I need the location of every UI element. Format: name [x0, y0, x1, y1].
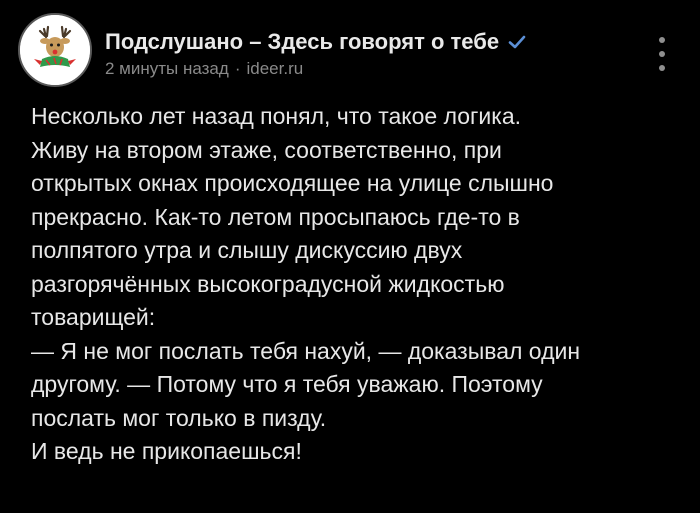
post-text-line: товарищей:: [31, 304, 156, 330]
group-name-link[interactable]: Подслушано – Здесь говорят о тебе: [105, 29, 499, 55]
verified-check-icon: [507, 32, 527, 52]
post-text-line: прекрасно. Как-то летом просыпаюсь где-т…: [31, 203, 520, 230]
post-text-line: другому. — Потому что я тебя уважаю. Поэ…: [31, 371, 543, 397]
post-header: Подслушано – Здесь говорят о тебе 2 мину…: [18, 13, 682, 87]
menu-dot: [659, 51, 665, 57]
meta-separator: ·: [234, 59, 241, 78]
group-name-row: Подслушано – Здесь говорят о тебе: [105, 27, 527, 57]
post-text: Несколько лет назад понял, что такое лог…: [31, 100, 681, 469]
post-text-line: полпятого утра и слышу дискуссию двух: [31, 237, 463, 263]
menu-dot: [659, 65, 665, 71]
post-source[interactable]: ideer.ru: [246, 59, 303, 78]
post-text-line: открытых окнах происходящее на улице слы…: [31, 170, 554, 196]
menu-dot: [659, 37, 665, 43]
post-text-line: Несколько лет назад понял, что такое лог…: [31, 103, 522, 129]
reindeer-logo-icon: [20, 15, 90, 85]
post-text-line: — Я не мог послать тебя нахуй, — доказыв…: [31, 337, 581, 364]
post-text-line: разгорячённых высокоградусной жидкостью: [31, 270, 505, 297]
group-avatar[interactable]: [18, 13, 92, 87]
post-card: Подслушано – Здесь говорят о тебе 2 мину…: [0, 0, 700, 513]
post-meta: 2 минуты назад · ideer.ru: [105, 59, 303, 79]
post-text-line: И ведь не прикопаешься!: [31, 438, 302, 464]
post-text-line: послать мог только в пизду.: [31, 404, 327, 431]
more-vertical-icon[interactable]: [652, 37, 672, 71]
post-text-line: Живу на втором этаже, соответственно, пр…: [31, 136, 502, 163]
post-time[interactable]: 2 минуты назад: [105, 59, 229, 78]
